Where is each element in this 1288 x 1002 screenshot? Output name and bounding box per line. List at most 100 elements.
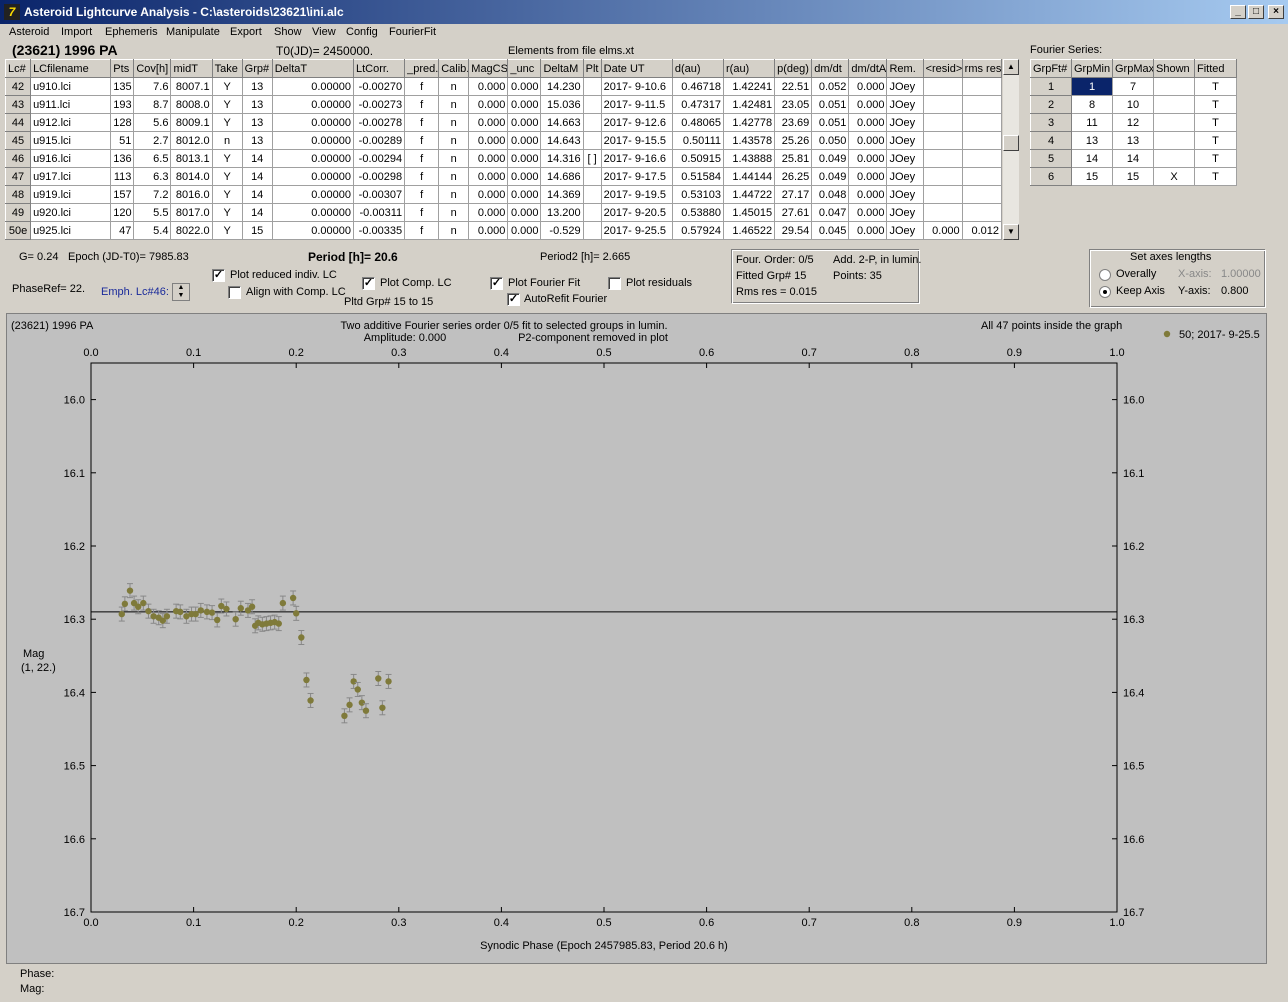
column-header[interactable]: r(au) bbox=[722, 59, 776, 78]
table-cell[interactable]: 193 bbox=[110, 95, 135, 114]
period-value[interactable]: Period [h]= 20.6 bbox=[308, 250, 398, 264]
table-cell[interactable]: 26.25 bbox=[774, 167, 813, 186]
table-cell[interactable] bbox=[582, 131, 602, 150]
table-cell[interactable]: 0.000 bbox=[468, 131, 509, 150]
table-cell[interactable]: 0.00000 bbox=[271, 95, 354, 114]
table-cell[interactable] bbox=[922, 203, 963, 222]
table-cell[interactable]: 1.44722 bbox=[722, 185, 776, 204]
table-cell[interactable]: 23.69 bbox=[774, 113, 813, 132]
row-header[interactable]: 48 bbox=[4, 185, 32, 204]
table-cell[interactable]: 0.000 bbox=[468, 149, 509, 168]
table-cell[interactable]: f bbox=[404, 113, 440, 132]
table-cell[interactable]: 2017- 9-12.6 bbox=[600, 113, 673, 132]
table-cell[interactable]: 0.000 bbox=[848, 77, 888, 96]
x-axis-value[interactable]: 1.00000 bbox=[1221, 268, 1261, 280]
table-cell[interactable]: n bbox=[438, 77, 470, 96]
fourier-series-table[interactable]: GrpFt# GrpMin GrpMax Shown Fitted 1 1 7 T 2 8 10 T 3… bbox=[1030, 59, 1237, 186]
row-header[interactable]: 49 bbox=[4, 203, 32, 222]
table-cell[interactable]: T bbox=[1194, 95, 1237, 114]
row-header[interactable]: 2 bbox=[1030, 95, 1072, 114]
table-cell[interactable]: 27.17 bbox=[774, 185, 813, 204]
table-cell[interactable]: 1.42241 bbox=[722, 77, 776, 96]
table-cell[interactable]: 0.46718 bbox=[671, 77, 725, 96]
table-cell[interactable]: 7.6 bbox=[133, 77, 172, 96]
table-cell[interactable]: 5.4 bbox=[133, 221, 172, 240]
table-cell[interactable]: 0.00000 bbox=[271, 113, 354, 132]
table-cell[interactable]: 2017- 9-10.6 bbox=[600, 77, 673, 96]
table-cell[interactable]: 13 bbox=[241, 77, 273, 96]
table-cell[interactable] bbox=[1153, 149, 1195, 168]
table-cell[interactable]: 0.000 bbox=[507, 185, 542, 204]
table-row[interactable]: 46 u916.lci 136 6.5 8013.1 Y 14 0.00000 -0.00294… bbox=[4, 149, 1003, 168]
table-cell[interactable]: 8017.0 bbox=[170, 203, 213, 222]
table-cell[interactable]: 1.42481 bbox=[722, 95, 776, 114]
table-cell[interactable]: 8013.1 bbox=[170, 149, 213, 168]
table-cell[interactable]: 15 bbox=[1112, 167, 1154, 186]
table-cell[interactable]: 10 bbox=[1112, 95, 1154, 114]
row-header[interactable]: 46 bbox=[4, 149, 32, 168]
y-axis-value[interactable]: 0.800 bbox=[1221, 285, 1249, 297]
table-cell[interactable]: T bbox=[1194, 167, 1237, 186]
table-cell[interactable]: 0.000 bbox=[848, 185, 888, 204]
table-cell[interactable]: JOey bbox=[886, 203, 924, 222]
table-cell[interactable]: 14 bbox=[241, 149, 273, 168]
table-cell[interactable]: -0.00270 bbox=[352, 77, 406, 96]
column-header[interactable]: Fitted bbox=[1194, 59, 1237, 78]
row-header[interactable]: 50e bbox=[4, 221, 32, 240]
table-cell[interactable]: 0.50915 bbox=[671, 149, 725, 168]
table-cell[interactable]: 0.047 bbox=[811, 203, 850, 222]
column-header[interactable]: DeltaT bbox=[271, 59, 354, 78]
table-cell[interactable]: 2017- 9-25.5 bbox=[600, 221, 673, 240]
column-header[interactable]: Rem. bbox=[886, 59, 924, 78]
table-cell[interactable] bbox=[582, 167, 602, 186]
table-cell[interactable]: 14.316 bbox=[540, 149, 584, 168]
table-cell[interactable]: 7 bbox=[1112, 77, 1154, 96]
table-cell[interactable]: 1.44144 bbox=[722, 167, 776, 186]
table-cell[interactable]: 128 bbox=[110, 113, 135, 132]
autorefit-checkbox[interactable]: ✓ bbox=[507, 293, 520, 306]
row-header[interactable]: 44 bbox=[4, 113, 32, 132]
table-cell[interactable]: 0.50111 bbox=[671, 131, 725, 150]
table-cell[interactable]: f bbox=[404, 203, 440, 222]
table-cell[interactable]: 12 bbox=[1112, 113, 1154, 132]
table-cell[interactable]: 14 bbox=[241, 203, 273, 222]
column-header[interactable]: _pred. bbox=[404, 59, 440, 78]
table-cell[interactable]: 51 bbox=[110, 131, 135, 150]
table-cell[interactable]: 135 bbox=[110, 77, 135, 96]
table-cell[interactable] bbox=[961, 185, 1003, 204]
align-comp-checkbox[interactable] bbox=[228, 286, 241, 299]
table-cell[interactable]: 6.3 bbox=[133, 167, 172, 186]
column-header[interactable]: MagCS bbox=[468, 59, 509, 78]
column-header[interactable]: Calib. bbox=[438, 59, 470, 78]
keep-axis-radio[interactable] bbox=[1099, 286, 1111, 298]
column-header[interactable]: p(deg) bbox=[774, 59, 813, 78]
table-cell[interactable] bbox=[922, 77, 963, 96]
table-cell[interactable]: X bbox=[1153, 167, 1195, 186]
table-cell[interactable]: -0.00335 bbox=[352, 221, 406, 240]
table-cell[interactable]: 0.052 bbox=[811, 77, 850, 96]
column-header[interactable]: Shown bbox=[1153, 59, 1195, 78]
table-cell[interactable]: T bbox=[1194, 113, 1237, 132]
table-cell[interactable]: 14 bbox=[241, 167, 273, 186]
table-cell[interactable]: 23.05 bbox=[774, 95, 813, 114]
table-row[interactable]: 117T bbox=[1030, 77, 1237, 96]
table-cell[interactable]: f bbox=[404, 95, 440, 114]
menu-show[interactable]: Show bbox=[274, 26, 302, 38]
table-cell[interactable]: 8016.0 bbox=[170, 185, 213, 204]
close-button[interactable]: × bbox=[1268, 5, 1284, 19]
plot-reduced-checkbox[interactable]: ✓ bbox=[212, 269, 225, 282]
table-cell[interactable]: 5.6 bbox=[133, 113, 172, 132]
table-cell[interactable]: 0.049 bbox=[811, 167, 850, 186]
table-cell[interactable] bbox=[922, 185, 963, 204]
table-cell[interactable]: -0.00273 bbox=[352, 95, 406, 114]
table-cell[interactable]: Y bbox=[211, 77, 243, 96]
table-cell[interactable]: 15.036 bbox=[540, 95, 584, 114]
lightcurve-plot-panel[interactable]: 0.0 0.0 0.1 0.1 0.2 0.2 0.3 0.3 0.4 0.4 0.5 0.5 0.6 0… bbox=[6, 313, 1267, 964]
table-cell[interactable]: 0.000 bbox=[468, 185, 509, 204]
table-cell[interactable]: 27.61 bbox=[774, 203, 813, 222]
table-cell[interactable]: 0.000 bbox=[507, 167, 542, 186]
table-cell[interactable] bbox=[961, 113, 1003, 132]
table-cell[interactable]: 0.00000 bbox=[271, 149, 354, 168]
table-cell[interactable] bbox=[961, 131, 1003, 150]
column-header[interactable]: midT bbox=[170, 59, 213, 78]
